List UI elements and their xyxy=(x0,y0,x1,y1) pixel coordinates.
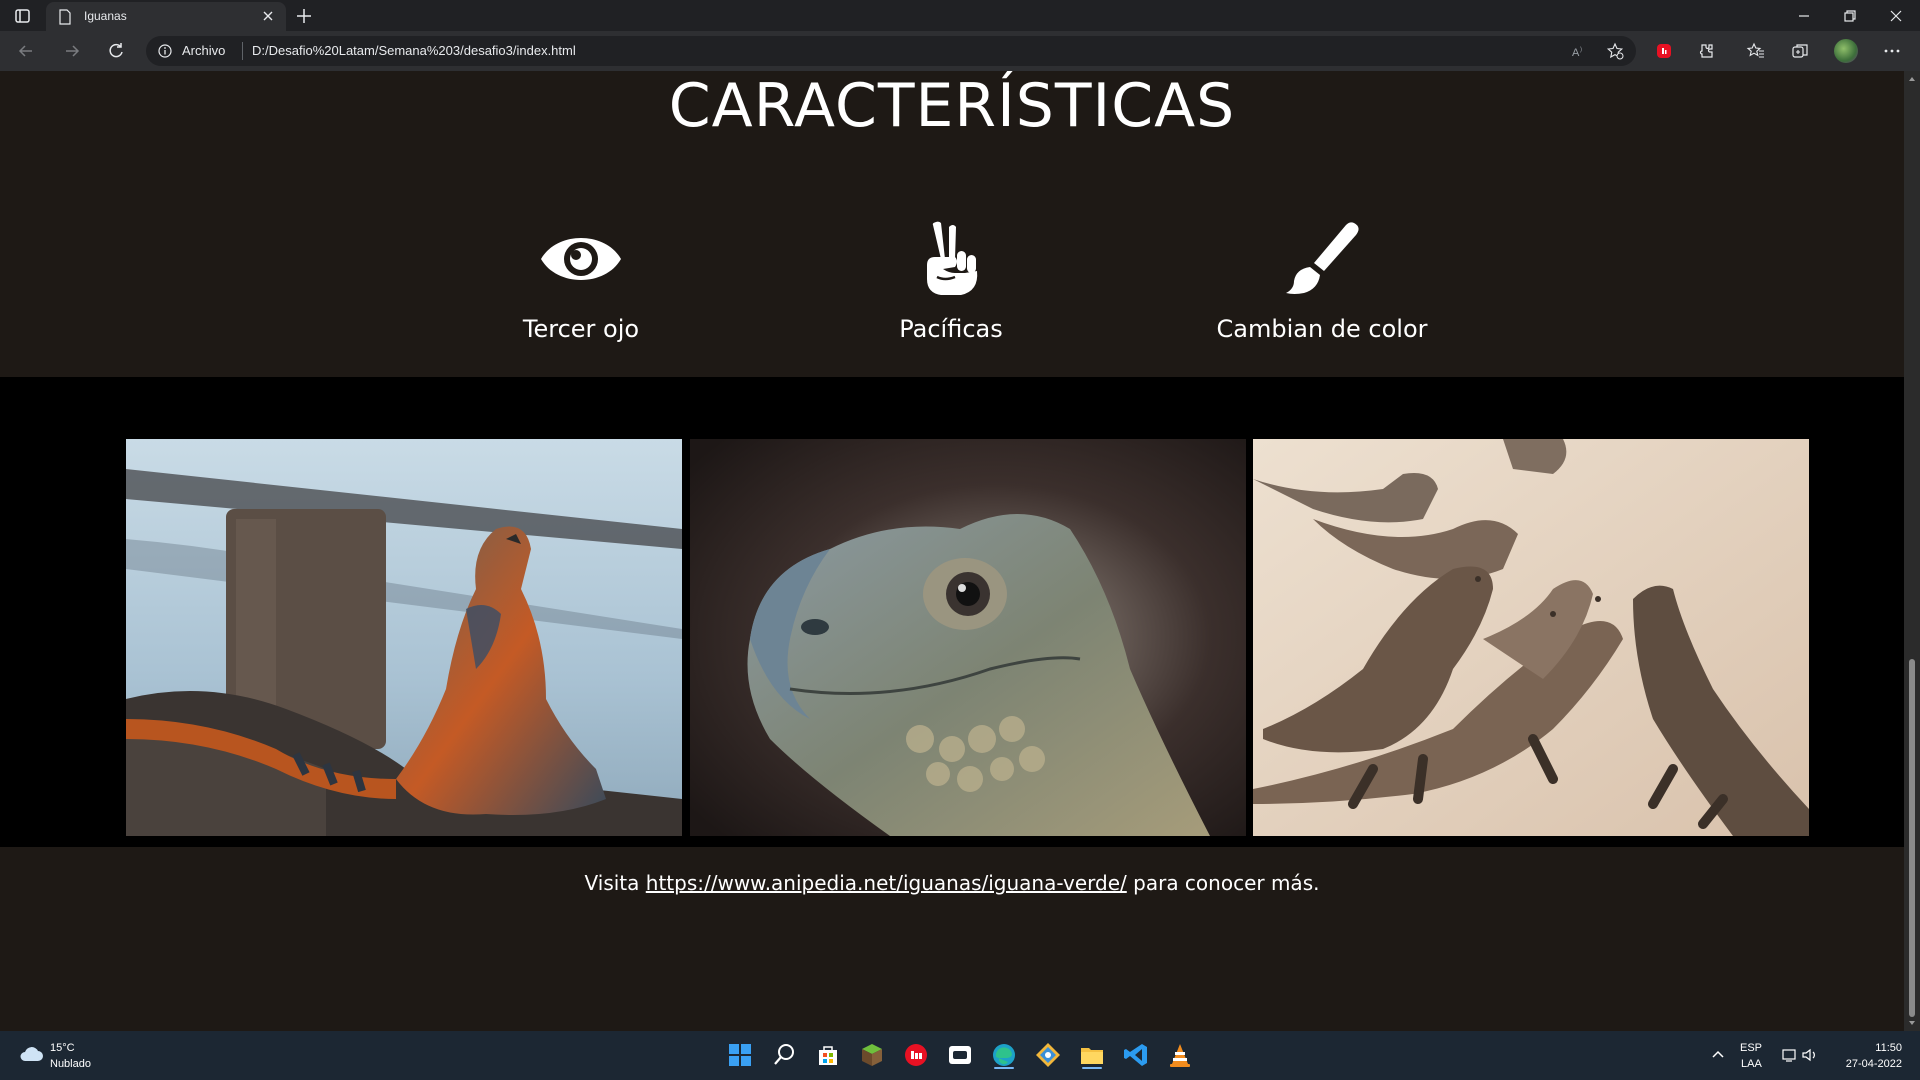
scroll-down-icon[interactable] xyxy=(1908,1019,1916,1027)
feature-label: Tercer ojo xyxy=(522,315,640,343)
svg-text:): ) xyxy=(1580,47,1582,53)
close-tab-icon[interactable] xyxy=(260,8,276,24)
address-bar[interactable]: Archivo D:/Desafio%20Latam/Semana%203/de… xyxy=(146,36,1636,66)
scrollbar-thumb[interactable] xyxy=(1909,659,1915,1017)
feature-change-color: Cambian de color xyxy=(1172,221,1472,343)
iguana-by-sea-photo xyxy=(126,439,682,836)
more-options-icon[interactable] xyxy=(1882,41,1902,61)
volume-icon[interactable] xyxy=(1800,1045,1820,1065)
iguanas-on-sand-photo xyxy=(1253,439,1809,836)
forward-icon[interactable] xyxy=(62,41,82,61)
scroll-up-icon[interactable] xyxy=(1908,75,1916,83)
feature-label: Pacíficas xyxy=(899,315,1003,343)
input-language[interactable]: ESP xyxy=(1740,1042,1762,1054)
paint-brush-icon xyxy=(1286,222,1359,294)
extension-red-icon[interactable] xyxy=(1654,41,1674,61)
store-icon[interactable] xyxy=(814,1041,842,1069)
clock-date: 27-04-2022 xyxy=(1845,1058,1902,1070)
network-icon[interactable] xyxy=(1780,1045,1800,1065)
weather-temperature[interactable]: 15°C xyxy=(50,1042,75,1054)
read-aloud-icon[interactable]: A ) xyxy=(1570,42,1588,60)
photo-gallery xyxy=(0,377,1904,847)
tab-actions-icon[interactable] xyxy=(12,6,34,26)
favorites-icon[interactable] xyxy=(1746,41,1766,61)
page-footer: Visita https://www.anipedia.net/iguanas/… xyxy=(0,847,1904,1031)
vscode-icon[interactable] xyxy=(1122,1041,1150,1069)
page-icon xyxy=(59,9,71,25)
show-hidden-icons-chevron-icon[interactable] xyxy=(1708,1045,1728,1065)
system-clock[interactable]: 11:50 27-04-2022 xyxy=(1846,1040,1902,1072)
features-heading: CARACTERÍSTICAS xyxy=(668,71,1236,141)
address-divider xyxy=(242,42,243,60)
restore-icon[interactable] xyxy=(1840,6,1860,26)
site-security-label: Archivo xyxy=(182,43,226,58)
minimize-icon[interactable] xyxy=(1794,6,1814,26)
weather-description[interactable]: Nublado xyxy=(50,1058,91,1070)
close-window-icon[interactable] xyxy=(1886,6,1906,26)
feature-third-eye: Tercer ojo xyxy=(431,221,731,343)
git-kraken-icon[interactable] xyxy=(1034,1041,1062,1069)
streaming-app-icon[interactable] xyxy=(946,1041,974,1069)
eye-icon xyxy=(541,238,621,280)
extensions-icon[interactable] xyxy=(1696,41,1716,61)
browser-toolbar: Archivo D:/Desafio%20Latam/Semana%203/de… xyxy=(0,31,1920,71)
tab-title: Iguanas xyxy=(84,9,127,23)
cloud-weather-icon[interactable] xyxy=(18,1043,44,1065)
keyboard-layout[interactable]: LAA xyxy=(1741,1058,1762,1070)
red-app-icon[interactable] xyxy=(902,1041,930,1069)
info-icon[interactable] xyxy=(158,44,172,58)
new-tab-icon[interactable] xyxy=(294,6,314,26)
svg-text:A: A xyxy=(1572,47,1580,59)
file-explorer-icon[interactable] xyxy=(1078,1041,1106,1069)
vlc-icon[interactable] xyxy=(1166,1041,1194,1069)
start-menu-icon[interactable] xyxy=(726,1041,754,1069)
back-icon[interactable] xyxy=(16,41,36,61)
refresh-icon[interactable] xyxy=(106,41,126,61)
minecraft-icon[interactable] xyxy=(858,1041,886,1069)
iguana-closeup-photo xyxy=(690,439,1246,836)
browser-tab[interactable]: Iguanas xyxy=(46,2,286,31)
url-text[interactable]: D:/Desafio%20Latam/Semana%203/desafio3/i… xyxy=(252,43,576,58)
edge-browser-icon[interactable] xyxy=(990,1041,1018,1069)
footer-suffix: para conocer más. xyxy=(1133,871,1320,895)
browser-titlebar: Iguanas xyxy=(0,0,1920,31)
peace-hand-icon xyxy=(927,221,978,295)
page-viewport: CARACTERÍSTICAS Tercer ojo Pacíficas Cam… xyxy=(0,71,1904,1031)
footer-source-link[interactable]: https://www.anipedia.net/iguanas/iguana-… xyxy=(646,871,1127,895)
footer-prefix: Visita xyxy=(584,871,640,895)
collections-icon[interactable] xyxy=(1790,41,1810,61)
feature-peaceful: Pacíficas xyxy=(801,221,1101,343)
features-section: CARACTERÍSTICAS Tercer ojo Pacíficas Cam… xyxy=(0,71,1904,377)
clock-time: 11:50 xyxy=(1875,1042,1902,1054)
windows-taskbar: 15°C Nublado ESP LAA 11:50 27-04-2022 xyxy=(0,1031,1920,1080)
page-scrollbar[interactable] xyxy=(1904,71,1920,1031)
feature-label: Cambian de color xyxy=(1216,315,1428,343)
profile-avatar[interactable] xyxy=(1834,39,1858,63)
add-favorite-icon[interactable] xyxy=(1606,42,1624,60)
footer-text: Visita https://www.anipedia.net/iguanas/… xyxy=(0,871,1904,895)
search-icon[interactable] xyxy=(770,1041,798,1069)
